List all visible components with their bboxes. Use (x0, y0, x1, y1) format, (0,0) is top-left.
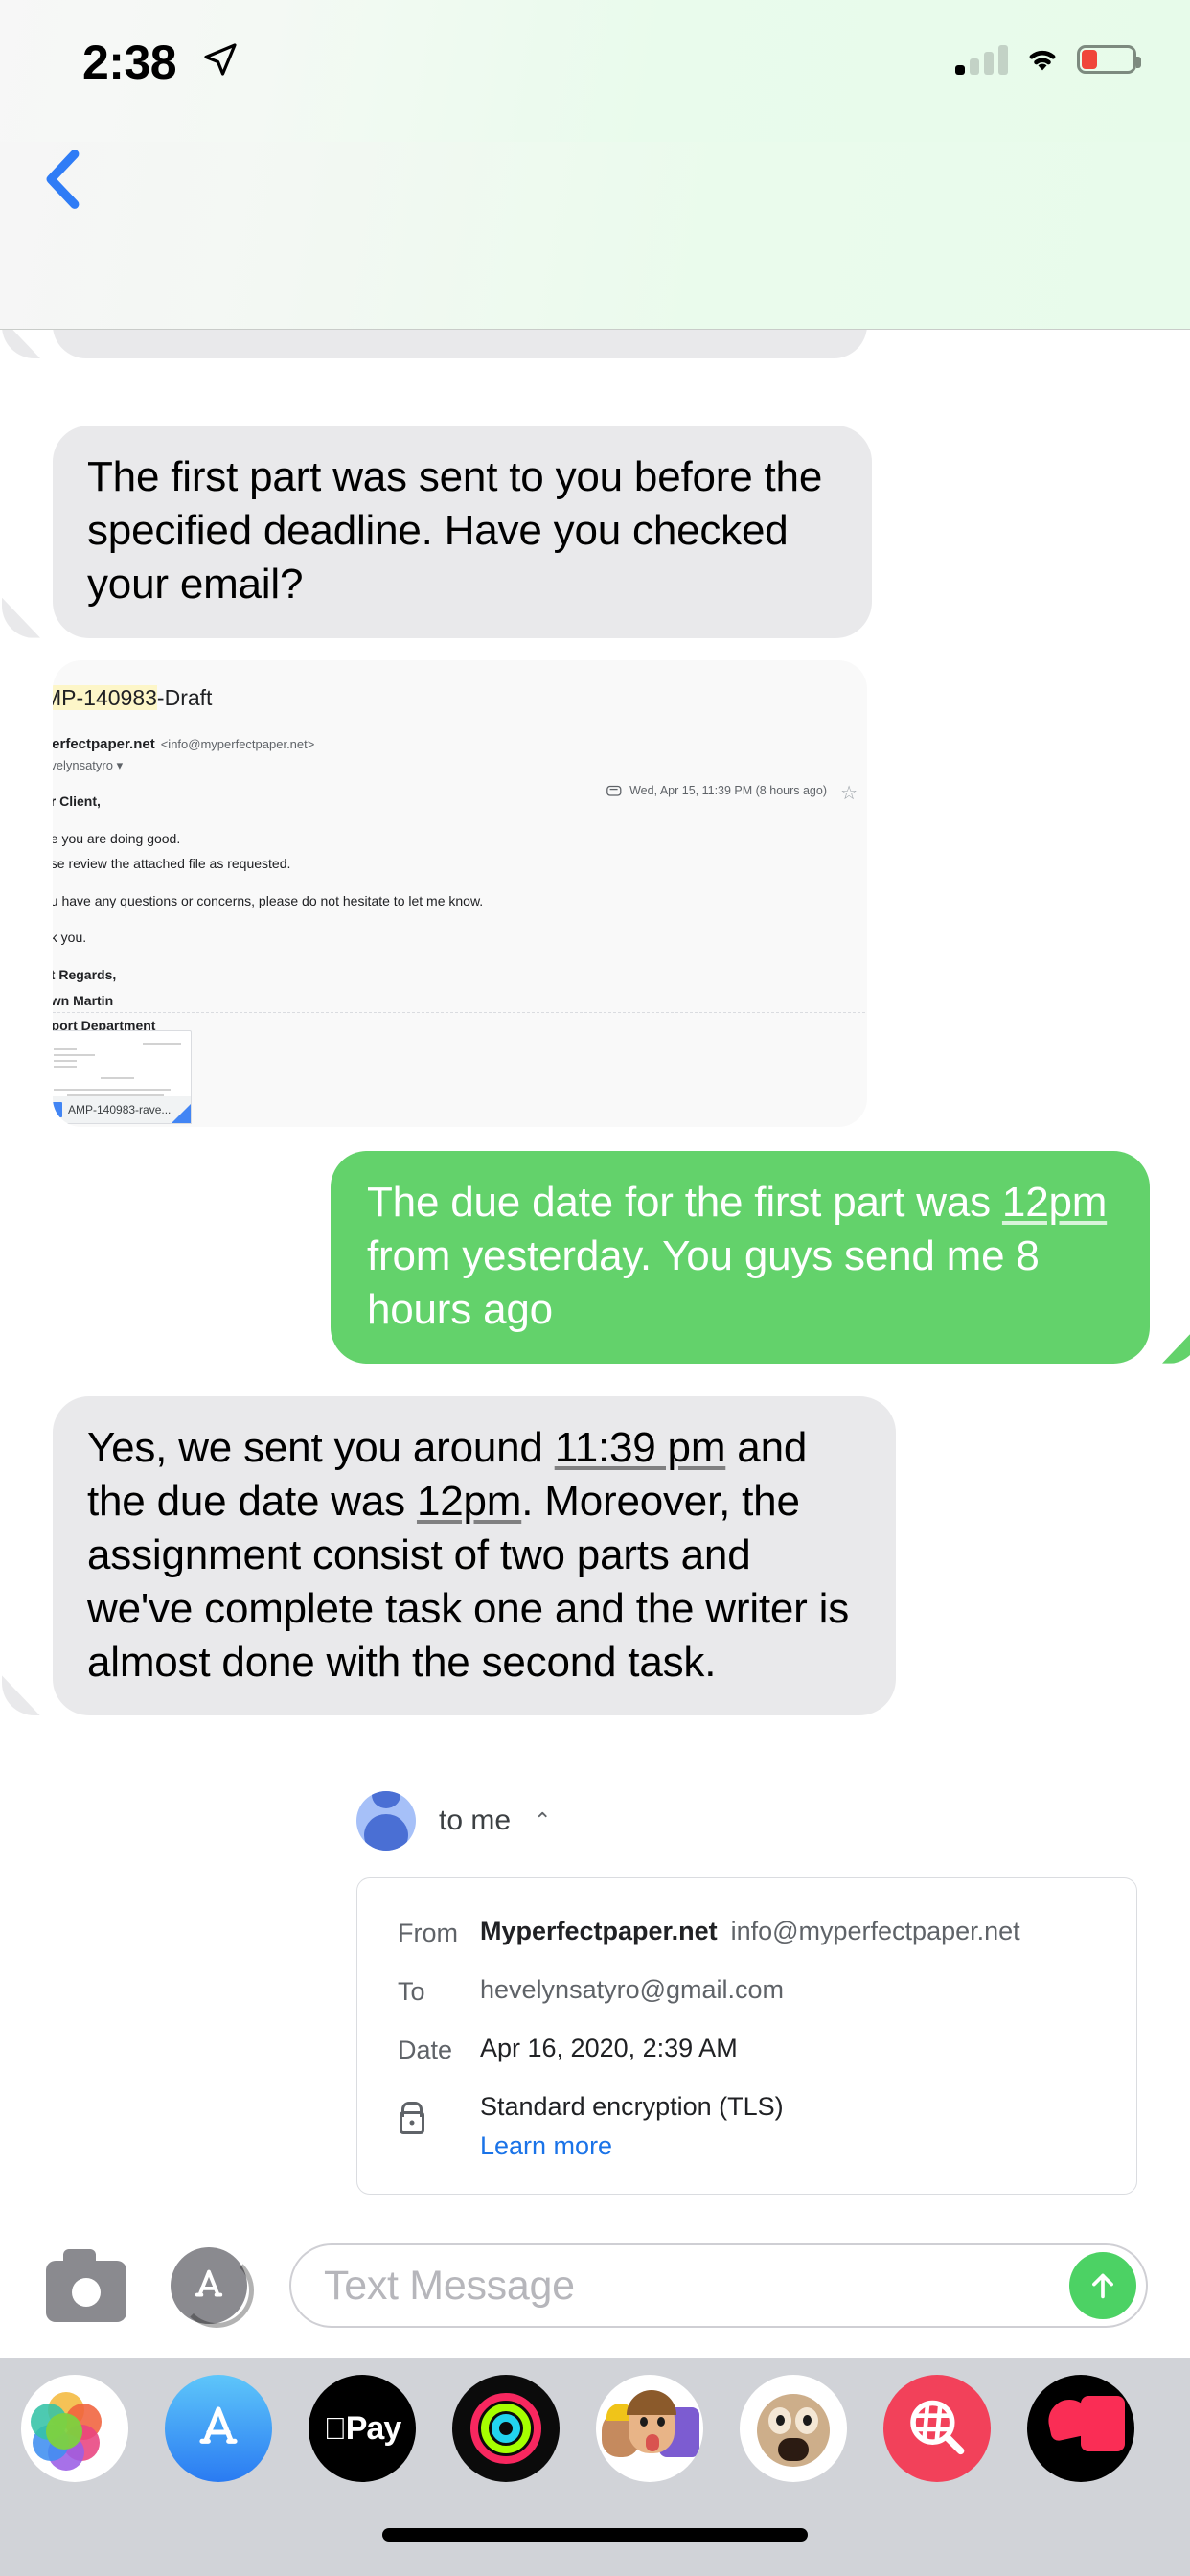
message-text: The first part was sent to you before th… (87, 453, 822, 608)
status-bar-indicators (955, 44, 1136, 75)
message-bubble-incoming[interactable]: Yes, we sent you around 11:39 pm and the… (53, 1396, 896, 1715)
email-line-2: ase review the attached file as requeste… (53, 851, 867, 877)
app-store-app-icon[interactable] (165, 2375, 272, 2482)
email-line-4: nk you. (53, 925, 867, 951)
email-greeting: ar Client, (53, 794, 101, 809)
email-divider (53, 1012, 867, 1013)
text-message-placeholder: Text Message (324, 2263, 575, 2310)
row-label: Date (398, 2034, 480, 2065)
music-app-icon[interactable] (1027, 2375, 1134, 2482)
app-store-glyph-icon (188, 2398, 249, 2459)
email-sender-address: <info@myperfectpaper.net> (161, 737, 315, 751)
send-arrow-up-icon (1083, 2266, 1123, 2306)
email-line-3: ou have any questions or concerns, pleas… (53, 888, 867, 914)
row-label: To (398, 1975, 480, 2007)
word-doc-icon (53, 1102, 62, 1117)
text-message-input[interactable]: Text Message (289, 2243, 1148, 2328)
location-arrow-icon (201, 40, 240, 79)
from-address: info@myperfectpaper.net (731, 1917, 1020, 1945)
email-attachment-name: AMP-140983-rave... (68, 1103, 171, 1116)
email-recipient: evelynsatyro (53, 758, 113, 772)
images-app-icon[interactable] (883, 2375, 991, 2482)
email-timestamp: Wed, Apr 15, 11:39 PM (8 hours ago) (629, 784, 827, 797)
animoji-app-icon[interactable] (740, 2375, 847, 2482)
email-body: ar Client, pe you are doing good. ase re… (53, 773, 867, 1064)
encryption-label: Standard encryption (TLS) (480, 2092, 784, 2121)
row-value: Apr 16, 2020, 2:39 AM (480, 2034, 738, 2063)
email-subject-line: MP-140983-Draft (53, 660, 867, 711)
back-chevron-icon[interactable] (29, 144, 100, 215)
message-link-time-2[interactable]: 12pm (417, 1478, 521, 1525)
to-address: hevelynsatyro@gmail.com (480, 1975, 784, 2004)
email-timestamp-row: Wed, Apr 15, 11:39 PM (8 hours ago) (606, 784, 827, 797)
email-sender-name: perfectpaper.net (53, 736, 155, 752)
message-text-part-1: The due date for the first part was (367, 1179, 1002, 1226)
battery-low-icon (1077, 45, 1136, 74)
message-text-part-1: Yes, we sent you around (87, 1424, 555, 1471)
message-list[interactable]: The first part was sent to you before th… (0, 330, 1190, 2214)
email-signer-name: awn Martin (53, 988, 867, 1014)
from-name: Myperfectpaper.net (480, 1917, 718, 1945)
learn-more-link[interactable]: Learn more (480, 2131, 784, 2161)
apple-pay-label: Pay (346, 2410, 401, 2448)
row-value: Standard encryption (TLS) Learn more (480, 2092, 784, 2161)
email-detail-row-security: Standard encryption (TLS) Learn more (357, 2079, 1136, 2174)
app-store-glyph-icon (187, 2264, 231, 2308)
email-signoff: st Regards, (53, 962, 867, 988)
caret-down-icon: ▾ (117, 758, 124, 772)
photos-app-icon[interactable] (21, 2375, 128, 2482)
email-sender-row: perfectpaper.net <info@myperfectpaper.ne… (53, 711, 867, 752)
hashtag-search-icon (902, 2393, 973, 2464)
attachment-corner-icon (172, 1104, 191, 1123)
paperclip-icon (606, 785, 622, 797)
email-recipient-row: evelynsatyro ▾ (53, 752, 867, 773)
app-store-icon[interactable] (171, 2247, 247, 2324)
apple-pay-app-icon[interactable]: Pay (309, 2375, 416, 2482)
email-line-1: pe you are doing good. (53, 826, 867, 852)
chevron-up-icon[interactable]: ⌃ (534, 1808, 551, 1833)
email-attachment-chip[interactable]: AMP-140983-rave... (53, 1096, 192, 1124)
row-label: From (398, 1917, 480, 1948)
row-value: Myperfectpaper.net info@myperfectpaper.ne… (480, 1917, 1020, 1946)
home-indicator (382, 2528, 808, 2542)
gmail-contact-avatar-icon (356, 1791, 416, 1851)
camera-icon[interactable] (46, 2245, 126, 2326)
email-detail-row-date: Date Apr 16, 2020, 2:39 AM (357, 2020, 1136, 2079)
message-bubble-outgoing[interactable]: The due date for the first part was 12pm… (331, 1151, 1150, 1364)
star-outline-icon[interactable]: ☆ (840, 781, 858, 805)
row-value: hevelynsatyro@gmail.com (480, 1975, 784, 2005)
imessage-app-drawer[interactable]: Pay (0, 2358, 1190, 2576)
email-detail-row-to: To hevelynsatyro@gmail.com (357, 1962, 1136, 2020)
email-to-me-row[interactable]: to me ⌃ (0, 1791, 1190, 1851)
message-bubble-partial[interactable] (53, 330, 867, 358)
wifi-icon (1023, 45, 1062, 74)
to-me-label: to me (439, 1805, 511, 1837)
send-button[interactable] (1069, 2252, 1136, 2319)
message-bubble-incoming[interactable]: The first part was sent to you before th… (53, 426, 872, 638)
email-detail-row-from: From Myperfectpaper.net info@myperfectpap… (357, 1903, 1136, 1962)
email-detail-attachment[interactable]: to me ⌃ From Myperfectpaper.netinfo@mype… (0, 1791, 1190, 1851)
message-link-time[interactable]: 12pm (1002, 1179, 1107, 1226)
memoji-stickers-app-icon[interactable] (596, 2375, 703, 2482)
lock-icon (400, 2111, 424, 2134)
activity-app-icon[interactable] (452, 2375, 560, 2482)
email-subject-rest: -Draft (157, 685, 213, 710)
status-bar-time: 2:38 (82, 34, 176, 90)
email-subject-highlight: MP-140983 (53, 685, 157, 710)
message-input-bar: Text Message (0, 2214, 1190, 2358)
email-details-card: From Myperfectpaper.net info@myperfectpap… (356, 1877, 1137, 2195)
cellular-signal-icon (955, 44, 1008, 75)
date-value: Apr 16, 2020, 2:39 AM (480, 2034, 738, 2062)
conversation-header (0, 142, 1190, 330)
message-link-time-1[interactable]: 11:39 pm (555, 1424, 726, 1471)
email-screenshot-attachment[interactable]: MP-140983-Draft perfectpaper.net <info@m… (53, 660, 867, 1127)
message-text-part-2: from yesterday. You guys send me 8 hours… (367, 1232, 1040, 1333)
status-bar: 2:38 (0, 0, 1190, 142)
